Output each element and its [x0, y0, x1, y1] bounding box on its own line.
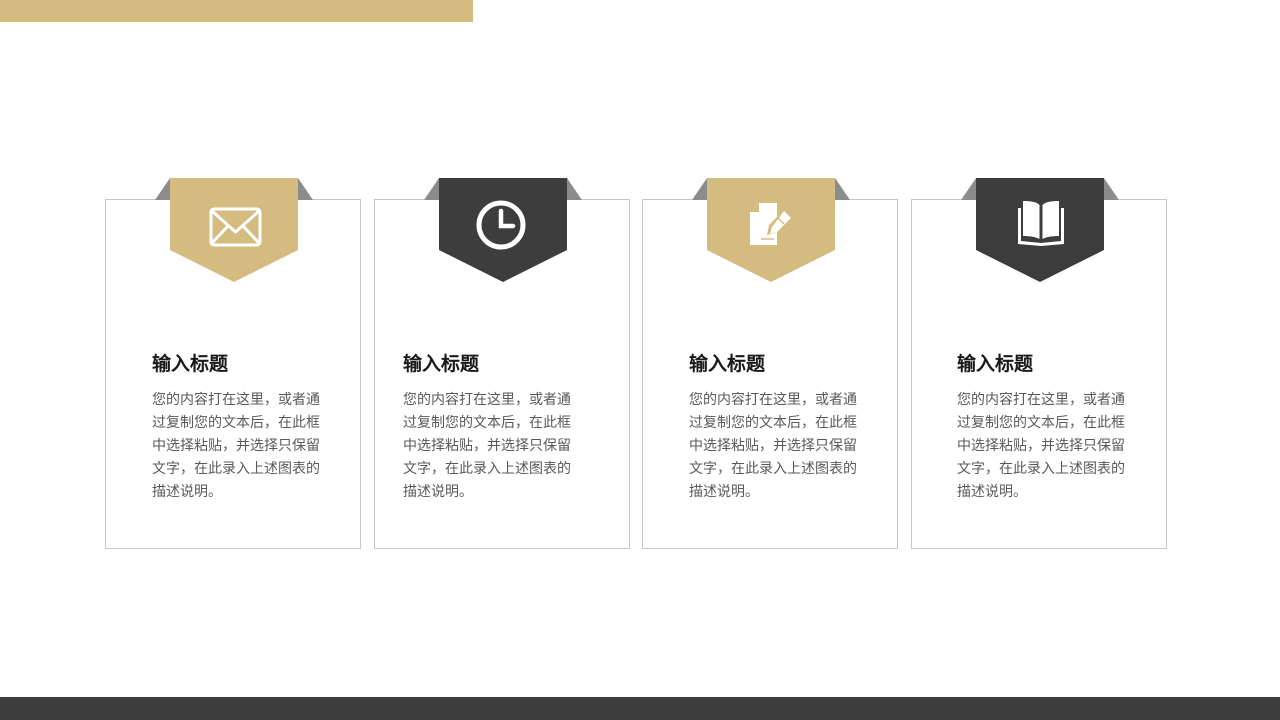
card-1-description: 您的内容打在这里，或者通过复制您的文本后，在此框中选择粘贴，并选择只保留文字，在…: [152, 392, 320, 500]
card-4-description: 您的内容打在这里，或者通过复制您的文本后，在此框中选择粘贴，并选择只保留文字，在…: [957, 392, 1125, 500]
card-2-description: 您的内容打在这里，或者通过复制您的文本后，在此框中选择粘贴，并选择只保留文字，在…: [403, 392, 571, 500]
card-4-title: 输入标题: [957, 353, 1034, 375]
card-1-ribbon: [155, 178, 315, 282]
card-3-title: 输入标题: [689, 353, 766, 375]
bottom-footer-bar: [0, 697, 1280, 720]
card-2-title: 输入标题: [403, 353, 480, 375]
card-3-description: 您的内容打在这里，或者通过复制您的文本后，在此框中选择粘贴，并选择只保留文字，在…: [689, 392, 857, 500]
top-accent-bar: [0, 0, 473, 22]
card-2-ribbon: [424, 178, 584, 282]
card-1-title: 输入标题: [152, 353, 229, 375]
card-3-ribbon: [692, 178, 852, 282]
card-4-ribbon: [961, 178, 1121, 282]
